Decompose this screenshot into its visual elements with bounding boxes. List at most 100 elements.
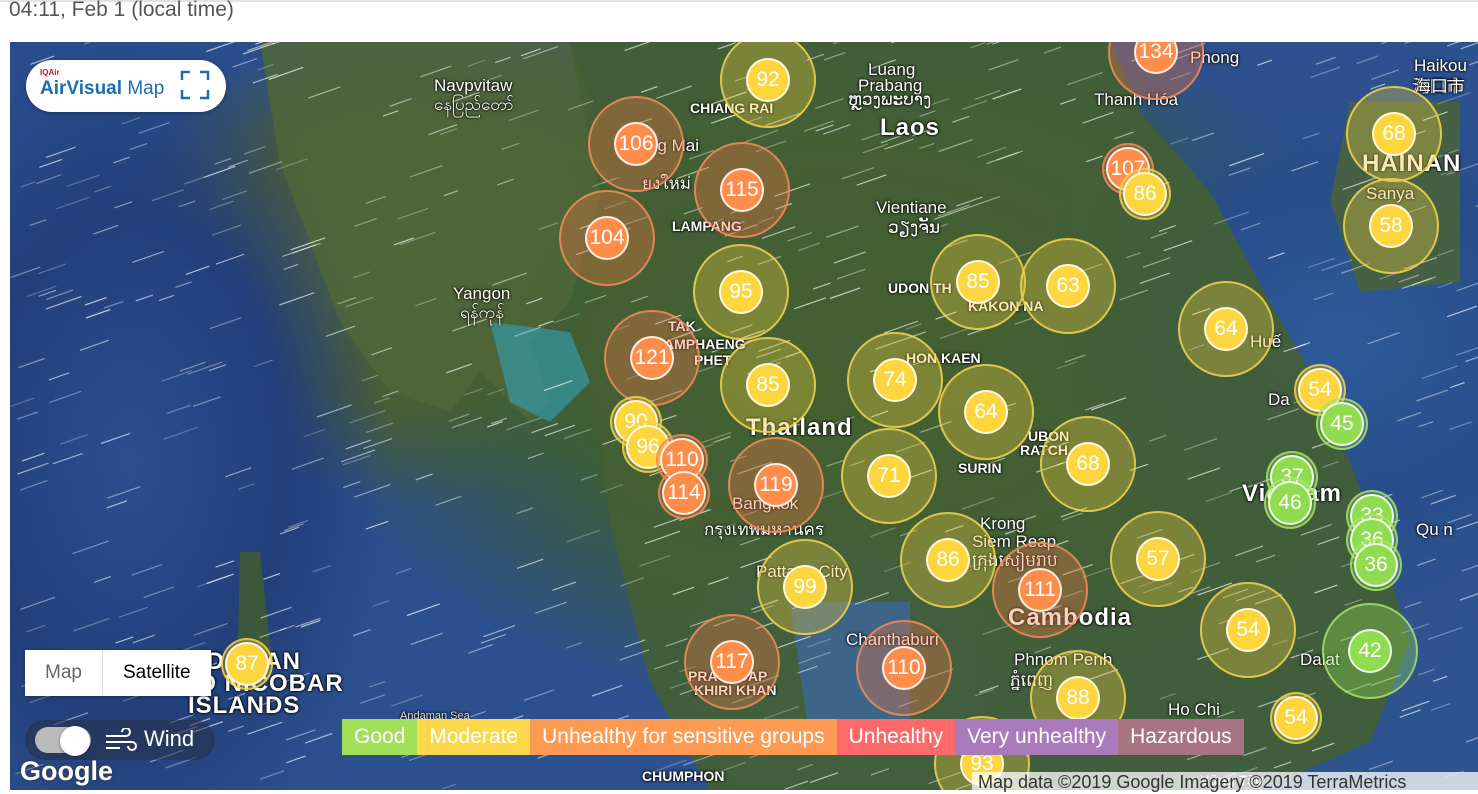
aqi-value: 85 [746, 363, 790, 407]
map-attribution[interactable]: Map data ©2019 Google Imagery ©2019 Terr… [972, 772, 1478, 794]
place-label: Vientiane [876, 198, 947, 217]
aqi-marker[interactable]: 86 [900, 512, 996, 608]
aqi-value: 64 [1204, 307, 1248, 351]
aqi-value: 54 [1226, 608, 1270, 652]
aqi-value: 88 [1056, 676, 1100, 720]
aqi-marker[interactable]: 114 [658, 467, 710, 519]
aqi-value: 64 [964, 390, 1008, 434]
aqi-value: 121 [630, 336, 674, 380]
aqi-value: 92 [746, 58, 790, 102]
iqair-logo-text: IQAir [40, 68, 60, 77]
aqi-marker[interactable]: 45 [1316, 398, 1368, 450]
map-type-control: Map Satellite [25, 650, 211, 696]
legend-item-good: Good [342, 719, 418, 755]
place-label: Da [1268, 390, 1290, 409]
wind-icon [106, 728, 137, 751]
place-label: 海口市 [1414, 77, 1465, 96]
aqi-value: 86 [1123, 172, 1167, 216]
aqi-value: 114 [662, 471, 706, 515]
local-time-label: 04:11, Feb 1 (local time) [9, 0, 234, 21]
place-label: နေပြည်တော် [434, 95, 514, 114]
aqi-marker[interactable]: 63 [1020, 238, 1116, 334]
aqi-marker[interactable]: 71 [841, 428, 937, 524]
place-label: Ho Chi [1168, 700, 1220, 719]
aqi-value: 117 [710, 640, 754, 684]
header-bar: 04:11, Feb 1 (local time) [0, 0, 1478, 44]
air-quality-map[interactable]: LaosThailandCambodiaHAINANVietnamNavpvit… [10, 42, 1478, 790]
fullscreen-icon[interactable] [180, 70, 210, 100]
aqi-value: 111 [1018, 568, 1062, 612]
legend-item-moderate: Moderate [417, 719, 531, 755]
place-label: Navpvitaw [434, 76, 513, 95]
aqi-marker[interactable]: 68 [1040, 416, 1136, 512]
aqi-value: 85 [956, 260, 1000, 304]
aqi-marker[interactable]: 57 [1110, 511, 1206, 607]
aqi-value: 99 [783, 565, 827, 609]
aqi-marker[interactable]: 54 [1270, 692, 1322, 744]
aqi-marker[interactable]: 110 [856, 620, 952, 716]
aqi-value: 68 [1066, 442, 1110, 486]
place-label: Qu n [1416, 520, 1453, 539]
legend-item-unhealthy: Unhealthy [836, 719, 956, 755]
aqi-value: 54 [1274, 696, 1318, 740]
aqi-marker[interactable]: 68 [1346, 86, 1442, 182]
aqi-marker[interactable]: 54 [1200, 582, 1296, 678]
aqi-marker[interactable]: 111 [992, 542, 1088, 638]
aqi-value: 45 [1320, 402, 1364, 446]
aqi-value: 36 [1354, 543, 1398, 587]
aqi-marker[interactable]: 104 [559, 190, 655, 286]
aqi-value: 110 [882, 646, 926, 690]
legend-item-very-unhealthy: Very unhealthy [955, 719, 1119, 755]
aqi-value: 86 [926, 538, 970, 582]
aqi-marker[interactable]: 121 [604, 310, 700, 406]
aqi-marker[interactable]: 36 [1350, 539, 1402, 591]
airvisual-map-logo: AirVisual Map [40, 78, 165, 99]
place-label: SURIN [958, 460, 1002, 476]
aqi-marker[interactable]: 64 [938, 364, 1034, 460]
aqi-value: 57 [1136, 537, 1180, 581]
aqi-marker[interactable]: 64 [1178, 281, 1274, 377]
aqi-marker[interactable]: 117 [684, 614, 780, 710]
aqi-marker[interactable]: 106 [588, 96, 684, 192]
aqi-marker[interactable]: 99 [757, 539, 853, 635]
aqi-value: 115 [720, 168, 764, 212]
place-label: CHUMPHON [642, 768, 725, 784]
aqi-marker[interactable]: 85 [930, 234, 1026, 330]
aqi-value: 58 [1369, 204, 1413, 248]
legend-item-hazardous: Hazardous [1118, 719, 1244, 755]
aqi-marker[interactable]: 85 [720, 337, 816, 433]
place-label: Yangon [453, 284, 511, 303]
aqi-legend: Good Moderate Unhealthy for sensitive grou… [342, 719, 1244, 755]
legend-item-unhealthy-for-sensitive-groups: Unhealthy for sensitive groups [530, 719, 837, 755]
aqi-marker[interactable]: 95 [693, 244, 789, 340]
aqi-value: 71 [867, 454, 911, 498]
google-logo: Google [20, 756, 113, 786]
aqi-marker[interactable]: 115 [694, 142, 790, 238]
aqi-marker[interactable]: 58 [1343, 178, 1439, 274]
place-label: ရန်ကုန် [460, 303, 504, 322]
aqi-marker[interactable]: 86 [1119, 168, 1171, 220]
place-label: ຫຼວງພະບາງ [848, 90, 932, 109]
aqi-marker[interactable]: 46 [1264, 477, 1316, 529]
place-label: Laos [880, 114, 941, 141]
aqi-marker[interactable]: 74 [847, 332, 943, 428]
aqi-marker[interactable]: 42 [1322, 603, 1418, 699]
place-label: ວຽງຈັນ [888, 218, 941, 237]
wind-toggle-knob[interactable] [60, 726, 90, 756]
aqi-value: 46 [1268, 481, 1312, 525]
wind-label: Wind [144, 726, 195, 751]
aqi-value: 95 [719, 270, 763, 314]
aqi-value: 68 [1372, 112, 1416, 156]
aqi-marker[interactable]: 119 [728, 437, 824, 533]
aqi-value: 42 [1348, 629, 1392, 673]
place-label: ISLANDS [188, 692, 301, 719]
aqi-value: 63 [1046, 264, 1090, 308]
aqi-value: 119 [754, 463, 798, 507]
aqi-value: 106 [614, 122, 658, 166]
aqi-marker[interactable]: 87 [221, 638, 273, 690]
map-view-button[interactable]: Map [25, 650, 103, 696]
aqi-value: 87 [225, 642, 269, 686]
satellite-view-button[interactable]: Satellite [103, 650, 211, 696]
aqi-value: 104 [585, 216, 629, 260]
aqi-value: 74 [873, 358, 917, 402]
